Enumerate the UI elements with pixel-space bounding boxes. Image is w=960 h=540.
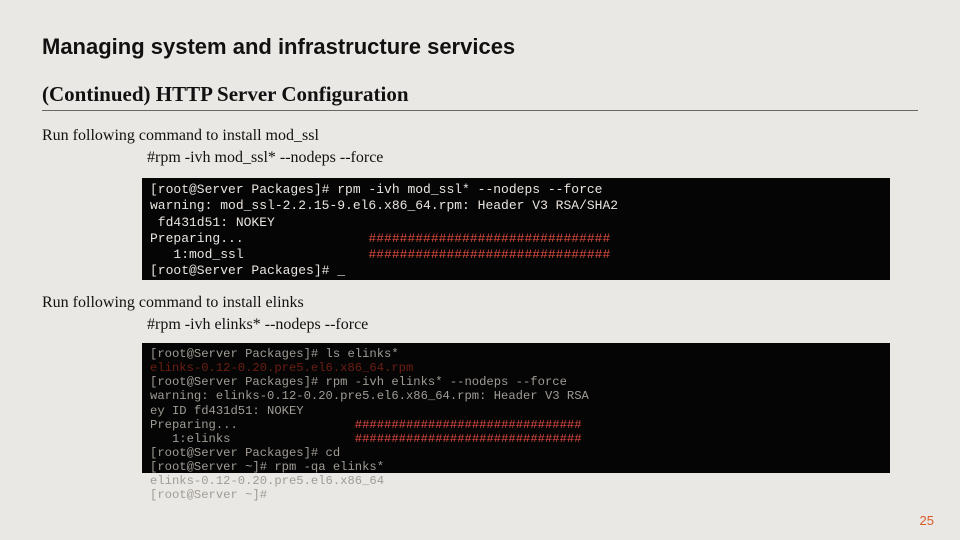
slide-page: Managing system and infrastructure servi… <box>0 0 960 540</box>
term2-line: warning: elinks-0.12-0.20.pre5.el6.x86_6… <box>150 389 589 403</box>
term2-progress: ############################### <box>355 418 582 432</box>
terminal-output-1: [root@Server Packages]# rpm -ivh mod_ssl… <box>142 178 890 280</box>
term2-line: [root@Server Packages]# rpm -ivh elinks*… <box>150 375 567 389</box>
section2-intro: Run following command to install elinks <box>42 292 918 314</box>
section1-intro: Run following command to install mod_ssl <box>42 125 918 147</box>
section-heading: (Continued) HTTP Server Configuration <box>42 82 918 111</box>
section1-command: #rpm -ivh mod_ssl* --nodeps --force <box>147 147 918 169</box>
term1-progress: ############################### <box>368 231 610 246</box>
term1-line: [root@Server Packages]# rpm -ivh mod_ssl… <box>150 182 602 197</box>
section2-command: #rpm -ivh elinks* --nodeps --force <box>147 314 918 336</box>
term1-progress: ############################### <box>368 247 610 262</box>
term2-line: 1:elinks <box>150 432 355 446</box>
term2-line: [root@Server ~]# <box>150 488 274 502</box>
body-content: Run following command to install mod_ssl… <box>42 125 918 473</box>
term1-line: [root@Server Packages]# _ <box>150 263 345 278</box>
term2-line: [root@Server ~]# rpm -qa elinks* <box>150 460 384 474</box>
term1-line: fd431d51: NOKEY <box>150 215 275 230</box>
term2-line: elinks-0.12-0.20.pre5.el6.x86_64.rpm <box>150 361 413 375</box>
term1-line: warning: mod_ssl-2.2.15-9.el6.x86_64.rpm… <box>150 198 618 213</box>
term2-line: [root@Server Packages]# cd <box>150 446 340 460</box>
page-number: 25 <box>920 513 934 528</box>
term2-progress: ############################### <box>355 432 582 446</box>
term2-line: ey ID fd431d51: NOKEY <box>150 404 304 418</box>
terminal-output-2: [root@Server Packages]# ls elinks* elink… <box>142 343 890 473</box>
term1-line: Preparing... <box>150 231 368 246</box>
term1-line: 1:mod_ssl <box>150 247 368 262</box>
term2-line: [root@Server Packages]# ls elinks* <box>150 347 399 361</box>
term2-line: elinks-0.12-0.20.pre5.el6.x86_64 <box>150 474 384 488</box>
term2-line: Preparing... <box>150 418 355 432</box>
page-title: Managing system and infrastructure servi… <box>42 34 918 60</box>
